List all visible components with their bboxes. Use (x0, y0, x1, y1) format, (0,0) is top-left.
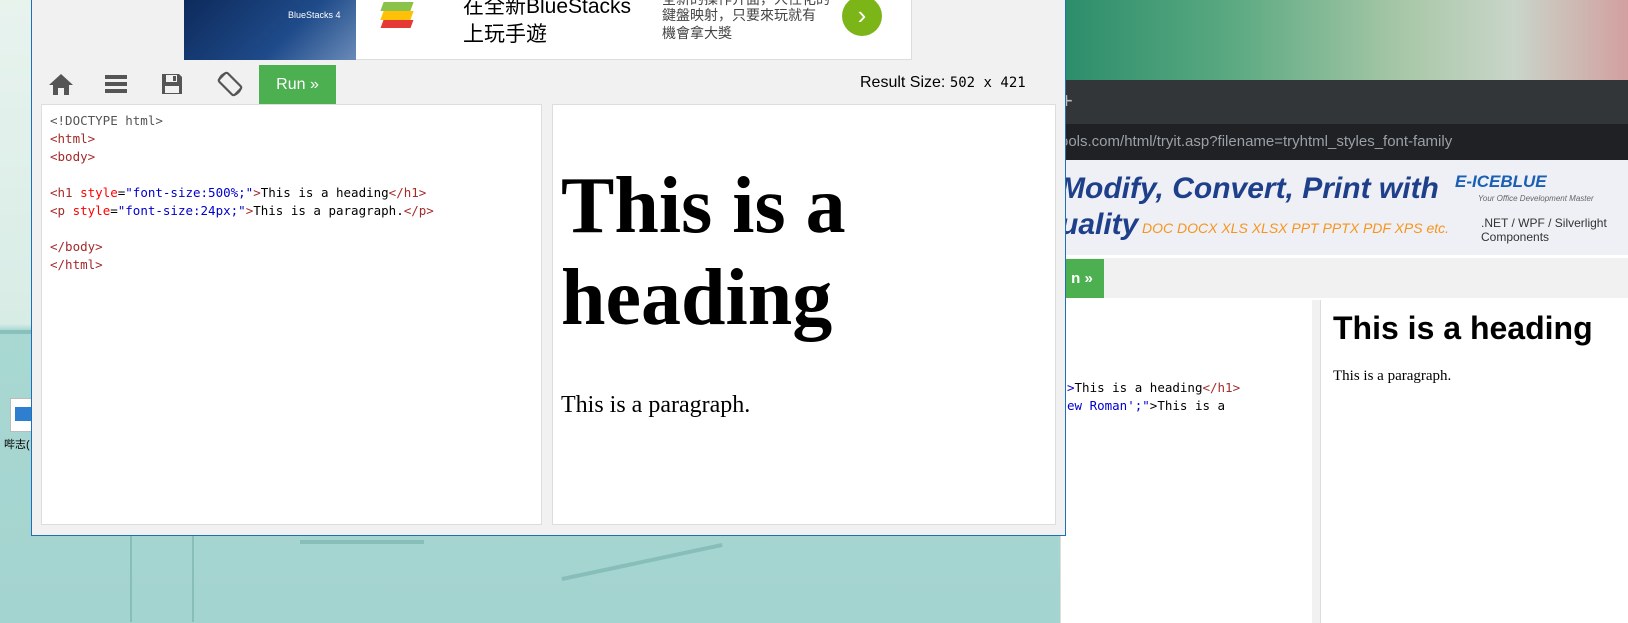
background-toolbar (1060, 258, 1628, 298)
ad-platforms-2: Components (1481, 230, 1550, 244)
code-line: <h1 style="font-size:500%;">This is a he… (50, 185, 427, 200)
menu-icon[interactable] (104, 72, 128, 96)
background-result-pane: This is a heading This is a paragraph. (1320, 300, 1628, 623)
ad-image-label: BlueStacks 4 (288, 10, 341, 20)
code-line: <html> (50, 131, 96, 146)
code-text[interactable]: <!DOCTYPE html> <html> <body> <h1 style="f… (50, 112, 434, 274)
ad-desc-line2: 鍵盤映射，只要來玩就有 (662, 7, 816, 23)
background-tab-bar: + (1060, 80, 1628, 124)
background-pane-divider[interactable] (1312, 300, 1320, 623)
result-paragraph: This is a paragraph. (561, 392, 751, 418)
result-size-indicator: Result Size: 502 x 421 (860, 74, 1026, 92)
ad-image: BlueStacks 4 (184, 0, 356, 60)
ad-title-line1: 在全新BlueStacks (463, 0, 632, 18)
result-size-label: Result Size: (860, 74, 946, 91)
ad-tagline: Your Office Development Master (1478, 194, 1594, 203)
code-line: </body> (50, 239, 103, 254)
ad-headline-line2: uality (1060, 208, 1139, 241)
code-line: <p style="font-size:24px;">This is a par… (50, 203, 434, 218)
background-banner-image (1060, 0, 1628, 80)
background-code-pane[interactable]: >This is a heading</h1> ew Roman';">This… (1060, 300, 1313, 623)
background-address-bar[interactable]: ools.com/html/tryit.asp?filename=tryhtml… (1060, 124, 1628, 160)
background-ad-banner[interactable]: Modify, Convert, Print with uality DOC D… (1060, 160, 1628, 255)
code-line: <!DOCTYPE html> (50, 113, 163, 128)
ad-desc-line3: 機會拿大獎 (662, 25, 732, 41)
rotate-icon[interactable] (216, 70, 244, 98)
ad-headline-line1: Modify, Convert, Print with (1060, 172, 1439, 205)
save-icon[interactable] (160, 72, 184, 96)
ad-title-line2: 上玩手遊 (463, 23, 547, 46)
background-run-button[interactable]: n » (1060, 259, 1104, 298)
bluestacks-logo-icon (380, 2, 414, 28)
background-result-heading: This is a heading (1333, 310, 1593, 346)
chevron-right-icon[interactable]: › (842, 0, 882, 36)
result-heading: This is a heading (561, 162, 846, 342)
address-url: ools.com/html/tryit.asp?filename=tryhtml… (1060, 133, 1453, 150)
background-code-line: ew Roman';">This is a (1067, 398, 1226, 413)
home-icon[interactable] (48, 72, 73, 96)
ad-brand: E-ICEBLUE (1455, 172, 1547, 191)
result-size-value: 502 x 421 (949, 75, 1026, 91)
run-button[interactable]: Run » (259, 65, 336, 104)
ad-formats: DOC DOCX XLS XLSX PPT PPTX PDF XPS etc. (1142, 220, 1450, 236)
ad-platforms: .NET / WPF / Silverlight (1481, 216, 1607, 230)
desktop-shortcut-label: 哔志( (4, 439, 30, 451)
code-line: </html> (50, 257, 103, 272)
background-result-paragraph: This is a paragraph. (1333, 368, 1452, 384)
code-line: <body> (50, 149, 96, 164)
background-code-line: >This is a heading</h1> (1067, 380, 1241, 395)
